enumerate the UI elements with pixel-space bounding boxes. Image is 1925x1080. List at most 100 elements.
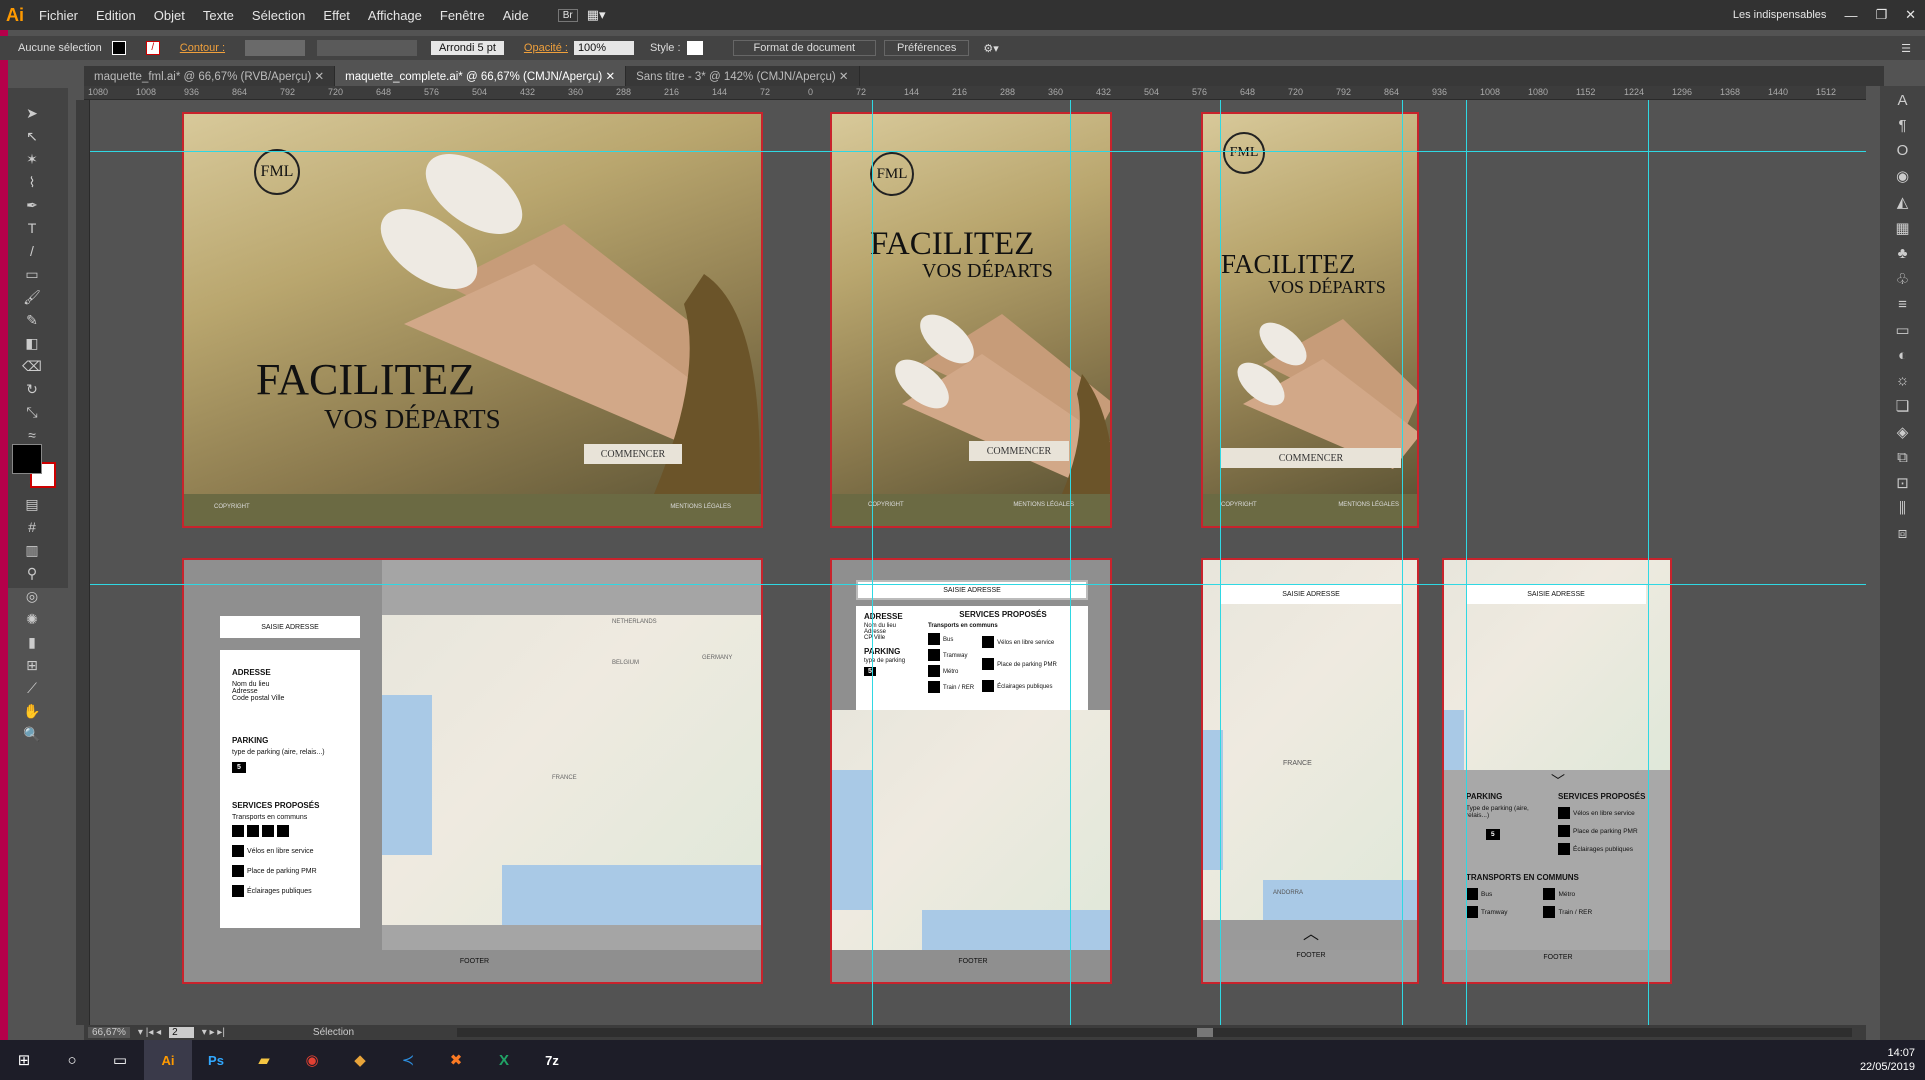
- stroke-panel-icon[interactable]: ≡: [1898, 296, 1907, 313]
- zoom-field[interactable]: 66,67%: [88, 1027, 130, 1038]
- sourcetree-icon[interactable]: ◆: [336, 1040, 384, 1080]
- menu-objet[interactable]: Objet: [145, 8, 194, 23]
- opacity-field[interactable]: 100%: [573, 41, 634, 55]
- blend-tool-icon[interactable]: ◎: [20, 585, 44, 607]
- workspace-switcher[interactable]: Les indispensables: [1724, 9, 1836, 21]
- paintbrush-icon[interactable]: 🖌: [20, 286, 44, 308]
- start-button[interactable]: COMMENCER: [1221, 448, 1401, 468]
- document-format-button[interactable]: Format de document: [732, 40, 877, 56]
- rotate-tool-icon[interactable]: ↻: [20, 378, 44, 400]
- search-address-field[interactable]: SAISIE ADRESSE: [220, 616, 360, 638]
- artboard-desktop-map[interactable]: NETHERLANDS BELGIUM FRANCE GERMANY SAISI…: [182, 558, 763, 984]
- guide-vertical[interactable]: [1220, 100, 1221, 1025]
- chevron-up-icon[interactable]: ︿: [1203, 920, 1417, 950]
- options-menu-icon[interactable]: ⚙▾: [983, 42, 998, 55]
- opentype-panel-icon[interactable]: O: [1897, 142, 1909, 159]
- stroke-weight-field[interactable]: [245, 40, 306, 56]
- menu-fichier[interactable]: Fichier: [30, 8, 87, 23]
- zoom-dropdown-icon[interactable]: ▾ |◂ ◂: [138, 1027, 161, 1038]
- legal-link[interactable]: MENTIONS LÉGALES: [1338, 502, 1399, 520]
- stroke-swatch-none-icon[interactable]: /: [145, 41, 160, 55]
- xampp-icon[interactable]: ✖: [432, 1040, 480, 1080]
- menu-fenetre[interactable]: Fenêtre: [431, 8, 494, 23]
- legal-link[interactable]: MENTIONS LÉGALES: [670, 504, 731, 518]
- chevron-down-icon[interactable]: ﹀: [1466, 774, 1650, 788]
- artboard-desktop-home[interactable]: FML FACILITEZ VOS DÉPARTS COMMENCER COPY…: [182, 112, 763, 528]
- type-tool-icon[interactable]: T: [20, 217, 44, 239]
- tab-sans-titre[interactable]: Sans titre - 3* @ 142% (CMJN/Aperçu) ✕: [626, 66, 860, 86]
- vscode-icon[interactable]: ≺: [384, 1040, 432, 1080]
- panel-menu-icon[interactable]: ☰: [1901, 42, 1911, 55]
- shaper-tool-icon[interactable]: ◧: [20, 332, 44, 354]
- menu-aide[interactable]: Aide: [494, 8, 538, 23]
- guide-vertical[interactable]: [872, 100, 873, 1025]
- map-view[interactable]: NETHERLANDS BELGIUM FRANCE GERMANY: [382, 615, 761, 925]
- guide-vertical[interactable]: [1402, 100, 1403, 1025]
- symbols-panel-icon[interactable]: ♧: [1896, 270, 1909, 288]
- paragraph-panel-icon[interactable]: ¶: [1898, 117, 1906, 134]
- menu-texte[interactable]: Texte: [194, 8, 243, 23]
- magic-wand-icon[interactable]: ✶: [20, 148, 44, 170]
- preferences-button[interactable]: Préférences: [884, 40, 970, 56]
- transform-panel-icon[interactable]: ⊡: [1896, 474, 1909, 492]
- eyedropper-icon[interactable]: ⚲: [20, 562, 44, 584]
- menu-edition[interactable]: Edition: [87, 8, 145, 23]
- search-address-field[interactable]: SAISIE ADRESSE: [1466, 584, 1646, 604]
- brushes-panel-icon[interactable]: ♣: [1898, 245, 1908, 262]
- file-explorer-icon[interactable]: ▰: [240, 1040, 288, 1080]
- selection-tool-icon[interactable]: ➤: [20, 102, 44, 124]
- gradient-tool-icon[interactable]: ▥: [20, 539, 44, 561]
- direct-selection-tool-icon[interactable]: ↖: [20, 125, 44, 147]
- artboard-mobile-map[interactable]: FRANCE ANDORRA SAISIE ADRESSE ︿ FOOTER: [1201, 558, 1419, 984]
- minimize-icon[interactable]: —: [1835, 8, 1866, 23]
- brush-select[interactable]: Arrondi 5 pt: [431, 41, 504, 55]
- hand-tool-icon[interactable]: ✋: [20, 700, 44, 722]
- guide-horizontal[interactable]: [90, 151, 1866, 152]
- artboard-mobile-home[interactable]: FML FACILITEZ VOS DÉPARTS COMMENCER COPY…: [1201, 112, 1419, 528]
- gradient-panel-icon[interactable]: ▭: [1895, 321, 1909, 339]
- guide-vertical[interactable]: [1466, 100, 1467, 1025]
- excel-icon[interactable]: X: [480, 1040, 528, 1080]
- layers-panel-icon[interactable]: ◈: [1897, 423, 1909, 441]
- menu-affichage[interactable]: Affichage: [359, 8, 431, 23]
- column-graph-icon[interactable]: ▮: [20, 631, 44, 653]
- rectangle-tool-icon[interactable]: ▭: [20, 263, 44, 285]
- illustrator-taskbar-icon[interactable]: Ai: [144, 1040, 192, 1080]
- style-swatch[interactable]: [686, 41, 703, 55]
- system-clock[interactable]: 14:07 22/05/2019: [1860, 1046, 1915, 1074]
- windows-start-icon[interactable]: ⊞: [0, 1040, 48, 1080]
- artboard-nav-icon[interactable]: ▾ ▸ ▸|: [202, 1027, 225, 1038]
- start-button[interactable]: COMMENCER: [969, 441, 1069, 461]
- fill-stroke-swatch[interactable]: [12, 444, 58, 490]
- character-panel-icon[interactable]: A: [1897, 92, 1907, 109]
- legal-link[interactable]: MENTIONS LÉGALES: [1013, 502, 1074, 520]
- task-view-icon[interactable]: ▭: [96, 1040, 144, 1080]
- stroke-label[interactable]: Contour :: [180, 42, 225, 54]
- search-address-field[interactable]: SAISIE ADRESSE: [856, 580, 1088, 600]
- zoom-tool-icon[interactable]: 🔍: [20, 723, 44, 745]
- photoshop-taskbar-icon[interactable]: Ps: [192, 1040, 240, 1080]
- pathfinder-panel-icon[interactable]: ⧈: [1898, 525, 1908, 542]
- graphic-styles-icon[interactable]: ❏: [1896, 397, 1909, 415]
- color-guide-icon[interactable]: ◭: [1897, 193, 1909, 211]
- horizontal-scrollbar[interactable]: [456, 1028, 1852, 1037]
- artboards-panel-icon[interactable]: ⧉: [1897, 449, 1908, 466]
- variable-width-select[interactable]: [317, 40, 418, 56]
- restore-icon[interactable]: ❐: [1866, 7, 1896, 23]
- map-view[interactable]: FRANCE ANDORRA: [1203, 560, 1417, 920]
- tab-maquette-fml[interactable]: maquette_fml.ai* @ 66,67% (RVB/Aperçu) ✕: [84, 66, 336, 86]
- canvas[interactable]: FML FACILITEZ VOS DÉPARTS COMMENCER COPY…: [90, 100, 1866, 1025]
- swatches-panel-icon[interactable]: ▦: [1895, 219, 1909, 237]
- mesh-tool-icon[interactable]: #: [20, 516, 44, 538]
- menu-effet[interactable]: Effet: [314, 8, 359, 23]
- menu-selection[interactable]: Sélection: [243, 8, 314, 23]
- artboard-field[interactable]: 2: [169, 1027, 194, 1038]
- lasso-icon[interactable]: ⌇: [20, 171, 44, 193]
- artboard-mobile-map-details[interactable]: SAISIE ADRESSE ﹀ PARKING Type de parking…: [1442, 558, 1672, 984]
- cortana-search-icon[interactable]: ○: [48, 1040, 96, 1080]
- width-tool-icon[interactable]: ≈: [20, 424, 44, 446]
- arrange-documents-icon[interactable]: ▦▾: [578, 7, 615, 23]
- guide-vertical[interactable]: [1070, 100, 1071, 1025]
- tab-maquette-complete[interactable]: maquette_complete.ai* @ 66,67% (CMJN/Ape…: [335, 66, 627, 86]
- pen-tool-icon[interactable]: ✒: [20, 194, 44, 216]
